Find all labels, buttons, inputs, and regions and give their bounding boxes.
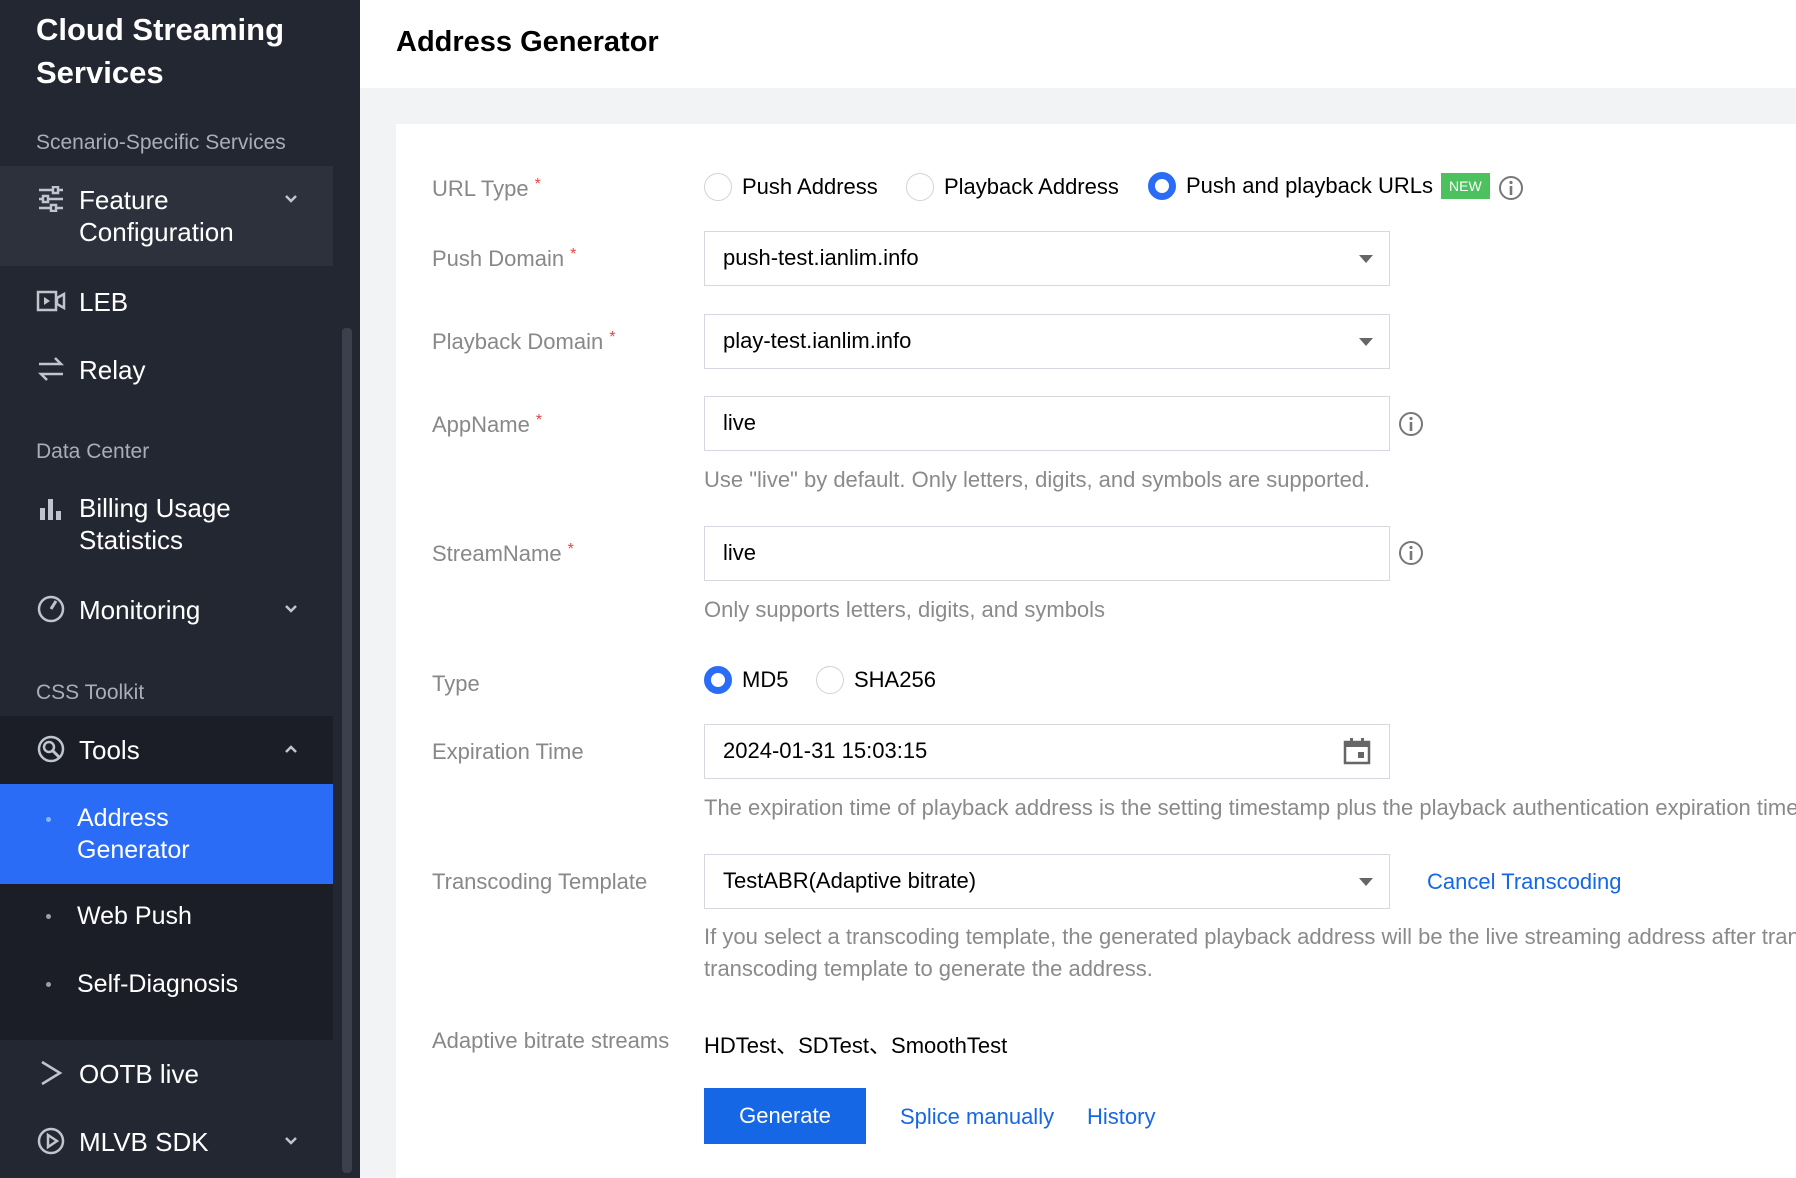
chevron-down-icon xyxy=(285,605,297,613)
tools-submenu: Address Generator Web Push Self-Diagnosi… xyxy=(0,784,333,1040)
sidebar-item-label: Relay xyxy=(79,355,146,385)
radio-circle xyxy=(906,173,934,201)
submenu-label: Self-Diagnosis xyxy=(77,970,239,998)
appname-hint: Use "live" by default. Only letters, dig… xyxy=(704,467,1371,492)
push-domain-label: Push Domain * xyxy=(432,246,577,271)
info-icon[interactable] xyxy=(1398,540,1424,566)
generate-button[interactable]: Generate xyxy=(704,1088,866,1144)
video-icon xyxy=(36,286,66,316)
gauge-icon xyxy=(36,594,66,624)
playback-domain-select[interactable]: play-test.ianlim.info xyxy=(704,314,1390,369)
appname-label: AppName * xyxy=(432,412,543,437)
sidebar-item-label: OOTB live xyxy=(79,1059,199,1089)
transcoding-select[interactable]: TestABR(Adaptive bitrate) xyxy=(704,854,1390,909)
radio-push-address[interactable]: Push Address xyxy=(704,173,878,201)
section-scenario: Scenario-Specific Services xyxy=(36,131,286,154)
chevron-down-icon xyxy=(285,195,297,203)
calendar-icon xyxy=(1343,738,1371,765)
radio-circle-selected xyxy=(704,666,732,694)
info-icon[interactable] xyxy=(1498,175,1524,201)
push-domain-select[interactable]: push-test.ianlim.info xyxy=(704,231,1390,286)
appname-input[interactable]: live xyxy=(704,396,1390,451)
playback-domain-label: Playback Domain * xyxy=(432,329,616,354)
new-badge: NEW xyxy=(1441,173,1490,199)
type-label: Type xyxy=(432,671,480,696)
radio-md5[interactable]: MD5 xyxy=(704,666,788,694)
splice-manually-link[interactable]: Splice manually xyxy=(900,1104,1054,1130)
submenu-address-generator[interactable]: Address Generator xyxy=(0,784,333,884)
submenu-label: Web Push xyxy=(77,902,192,930)
history-link[interactable]: History xyxy=(1087,1104,1155,1130)
sidebar-scrollbar-thumb[interactable] xyxy=(342,328,352,1173)
transcoding-label: Transcoding Template xyxy=(432,869,648,894)
play-circle-icon xyxy=(36,1126,66,1156)
streamname-hint: Only supports letters, digits, and symbo… xyxy=(704,597,1106,622)
page-title: Address Generator xyxy=(396,26,659,58)
submenu-label: Address Generator xyxy=(77,804,190,864)
chevron-down-icon xyxy=(285,1137,297,1145)
caret-down-icon xyxy=(1359,255,1373,263)
brand-title: Cloud Streaming Services xyxy=(36,12,285,90)
radio-sha256[interactable]: SHA256 xyxy=(816,666,936,694)
expiration-datetime-picker[interactable]: 2024-01-31 15:03:15 xyxy=(704,724,1390,779)
bullet-icon xyxy=(46,982,51,987)
transcoding-hint-line2: transcoding template to generate the add… xyxy=(704,956,1153,981)
transcoding-hint-line1: If you select a transcoding template, th… xyxy=(704,924,1796,949)
streamname-label: StreamName * xyxy=(432,541,574,566)
sidebar-item-ootb-live[interactable]: OOTB live xyxy=(0,1056,333,1092)
expiration-label: Expiration Time xyxy=(432,739,584,764)
bullet-icon xyxy=(46,914,51,919)
expiration-hint: The expiration time of playback address … xyxy=(704,795,1796,820)
sidebar-item-label: Feature Configuration xyxy=(79,185,234,247)
section-toolkit: CSS Toolkit xyxy=(36,681,145,704)
caret-down-icon xyxy=(1359,878,1373,886)
sidebar-item-label: MLVB SDK xyxy=(79,1127,209,1157)
streamname-input[interactable]: live xyxy=(704,526,1390,581)
address-generator-form: URL Type * Push Address Playback Address … xyxy=(396,124,1796,1178)
sidebar-item-relay[interactable]: Relay xyxy=(0,352,333,388)
bar-chart-icon xyxy=(36,494,66,524)
abr-value: HDTest、SDTest、SmoothTest xyxy=(704,1033,1008,1058)
sidebar-item-tools[interactable]: Tools xyxy=(0,716,333,784)
radio-circle-selected xyxy=(1148,172,1176,200)
chevron-up-icon xyxy=(285,745,297,753)
submenu-web-push[interactable]: Web Push xyxy=(0,900,333,936)
url-type-label: URL Type * xyxy=(432,176,541,201)
sliders-icon xyxy=(36,184,66,214)
radio-circle xyxy=(704,173,732,201)
cancel-transcoding-link[interactable]: Cancel Transcoding xyxy=(1427,869,1621,895)
sidebar-item-feature-configuration[interactable]: Feature Configuration xyxy=(0,166,333,266)
tools-icon xyxy=(36,734,66,764)
submenu-self-diagnosis[interactable]: Self-Diagnosis xyxy=(0,968,333,1004)
info-icon[interactable] xyxy=(1398,411,1424,437)
play-outline-icon xyxy=(36,1058,66,1088)
sidebar-item-mlvb-sdk[interactable]: MLVB SDK xyxy=(0,1124,333,1160)
bullet-icon xyxy=(46,817,51,822)
sidebar-item-leb[interactable]: LEB xyxy=(0,284,333,320)
sidebar: Cloud Streaming Services Scenario-Specif… xyxy=(0,0,360,1178)
sidebar-item-monitoring[interactable]: Monitoring xyxy=(0,592,333,628)
page-header: Address Generator xyxy=(360,0,1796,88)
swap-arrows-icon xyxy=(36,354,66,384)
abr-label: Adaptive bitrate streams xyxy=(432,1028,670,1053)
sidebar-item-label: Tools xyxy=(79,735,140,765)
section-data-center: Data Center xyxy=(36,440,150,463)
sidebar-item-label: LEB xyxy=(79,287,129,317)
sidebar-item-label: Billing Usage Statistics xyxy=(79,493,231,555)
caret-down-icon xyxy=(1359,338,1373,346)
radio-circle xyxy=(816,666,844,694)
radio-playback-address[interactable]: Playback Address xyxy=(906,173,1119,201)
radio-push-and-playback[interactable]: Push and playback URLs NEW xyxy=(1148,172,1490,200)
sidebar-item-label: Monitoring xyxy=(79,595,201,625)
sidebar-item-billing[interactable]: Billing Usage Statistics xyxy=(0,492,333,562)
